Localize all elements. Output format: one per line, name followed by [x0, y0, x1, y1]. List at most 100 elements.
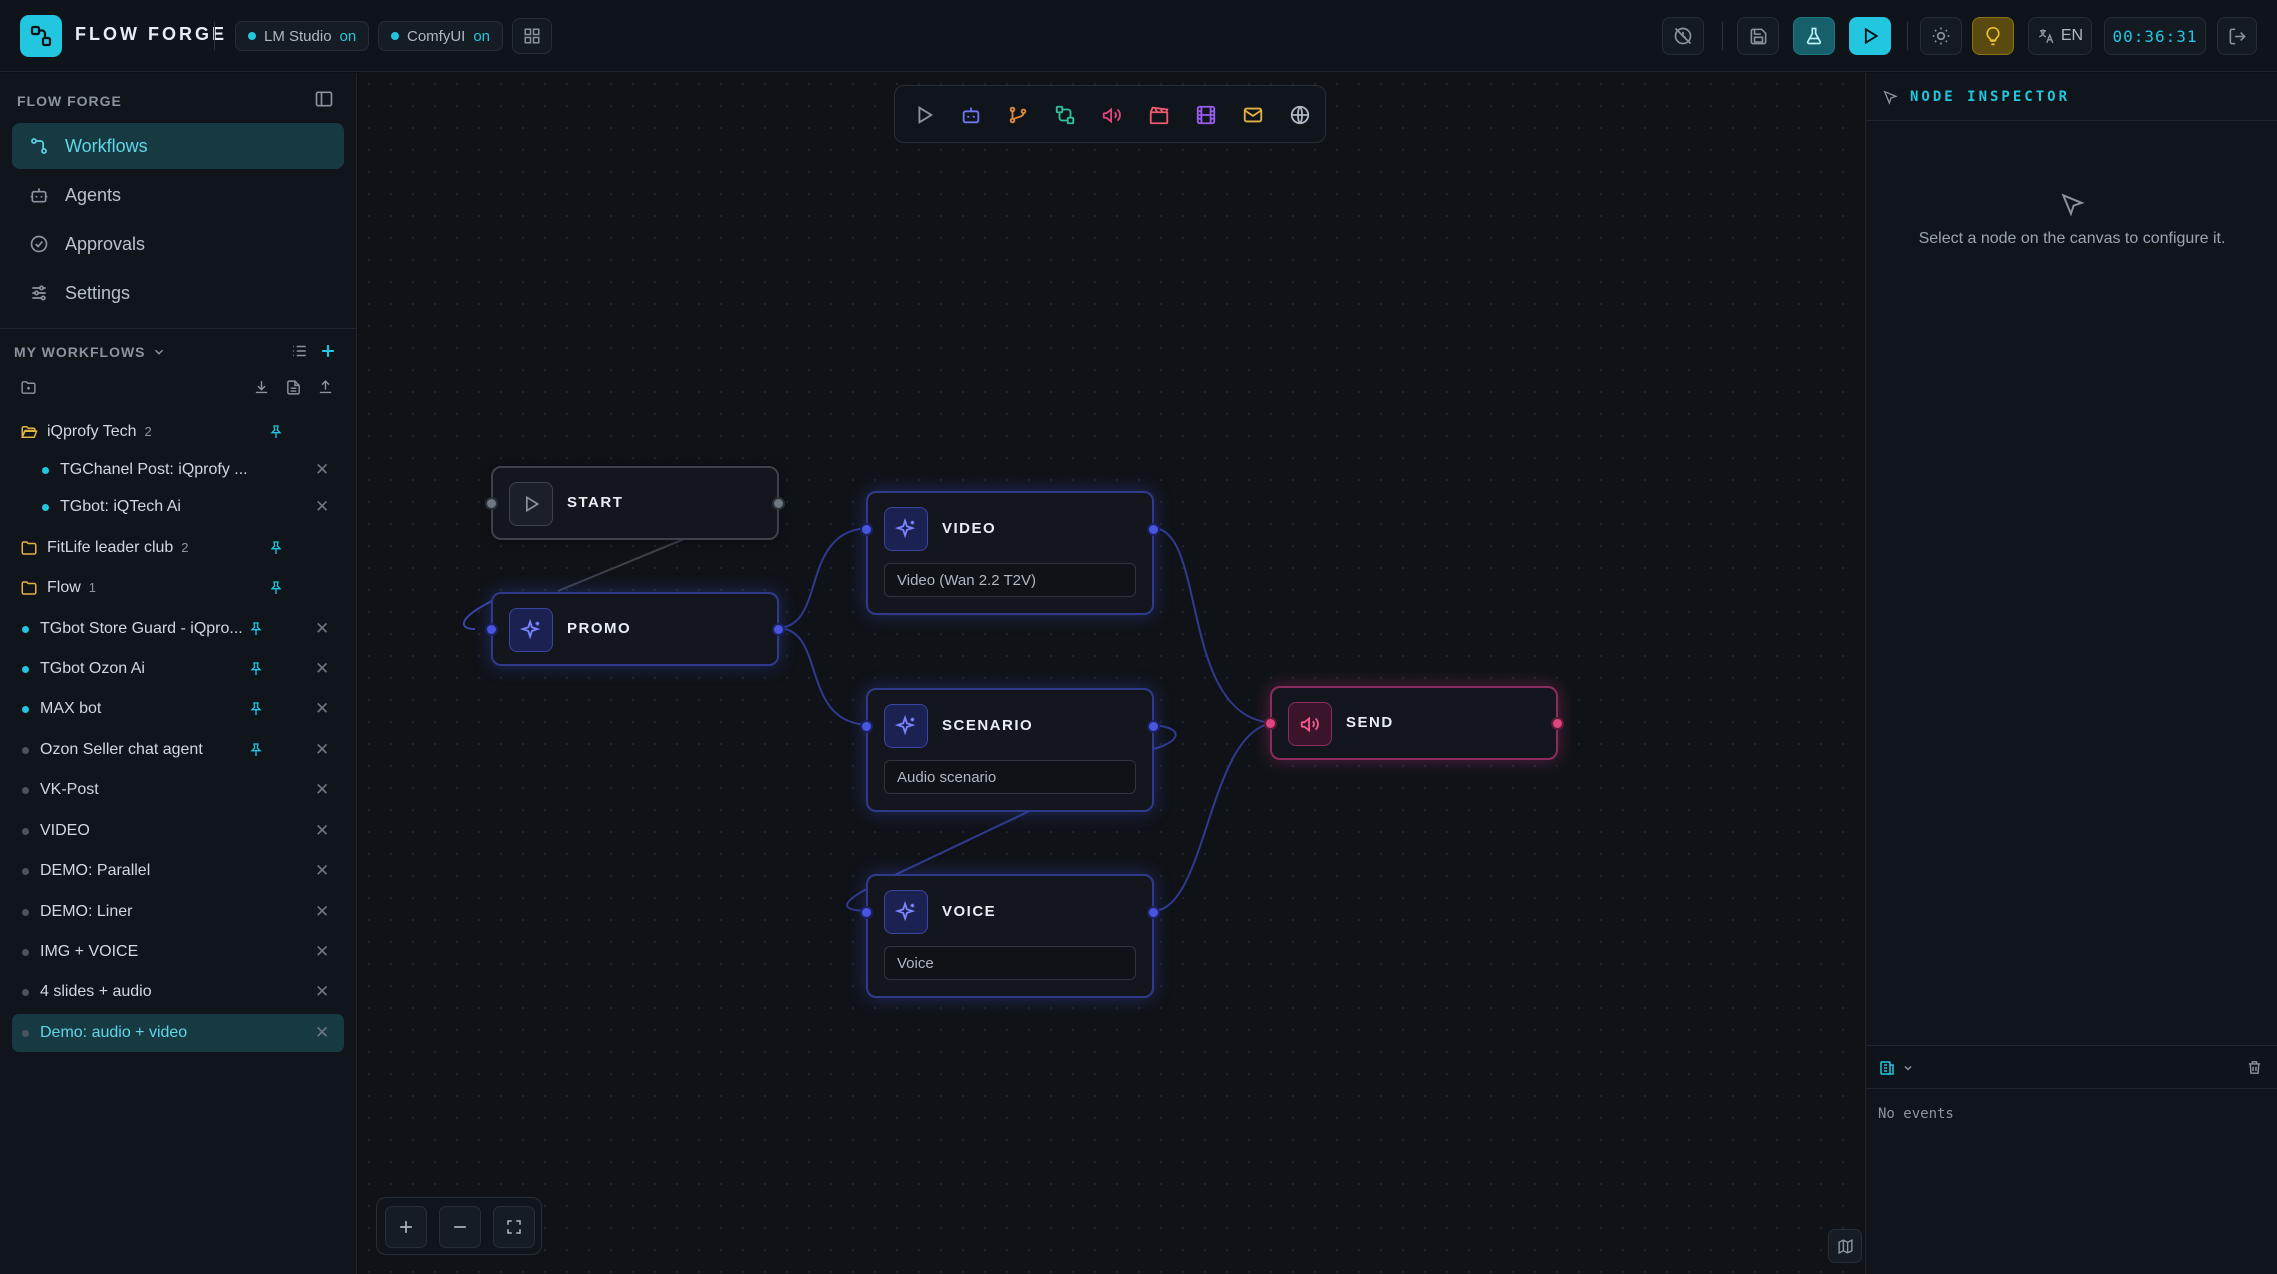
run-button[interactable] — [1849, 17, 1891, 55]
save-button[interactable] — [1737, 17, 1779, 55]
workflow-item[interactable]: TGChanel Post: iQprofy ... ✕ — [12, 451, 344, 489]
chevron-down-icon — [1904, 1065, 1912, 1071]
node-video[interactable]: VIDEO Video (Wan 2.2 T2V) — [860, 491, 1160, 615]
tips-button[interactable] — [1972, 17, 2014, 55]
node-model-field[interactable]: Audio scenario — [884, 760, 1136, 794]
pin-icon[interactable] — [248, 661, 264, 677]
folder-label: iQprofy Tech — [47, 423, 137, 440]
workflow-item[interactable]: VIDEO ✕ — [12, 812, 344, 850]
brand-title: FLOW FORGE — [75, 24, 227, 44]
divider — [214, 22, 215, 50]
close-icon[interactable]: ✕ — [315, 861, 329, 881]
node-promo[interactable]: PROMO — [485, 592, 785, 666]
timer-off-button[interactable] — [1662, 17, 1704, 55]
new-folder-button[interactable] — [20, 379, 37, 396]
folder-item[interactable]: FitLife leader club 2 — [12, 529, 344, 567]
workflow-item[interactable]: Ozon Seller chat agent ✕ — [12, 731, 344, 769]
close-icon[interactable]: ✕ — [315, 619, 329, 639]
input-port[interactable] — [1264, 717, 1277, 730]
nav-agents[interactable]: Agents — [12, 172, 344, 218]
test-button[interactable] — [1793, 17, 1835, 55]
node-model-field[interactable]: Video (Wan 2.2 T2V) — [884, 563, 1136, 597]
input-port[interactable] — [860, 523, 873, 536]
close-icon[interactable]: ✕ — [315, 740, 329, 760]
workflow-item[interactable]: TGbot Ozon Ai ✕ — [12, 650, 344, 688]
comfyui-status-chip[interactable]: ComfyUI on — [378, 21, 504, 51]
lmstudio-status-chip[interactable]: LM Studio on — [235, 21, 370, 51]
nav-label: Approvals — [65, 233, 146, 254]
zoom-in-button[interactable] — [385, 1206, 427, 1248]
close-icon[interactable]: ✕ — [315, 942, 329, 962]
workflow-item[interactable]: VK-Post ✕ — [12, 771, 344, 809]
upload-button[interactable] — [317, 379, 334, 396]
close-icon[interactable]: ✕ — [315, 497, 329, 517]
output-port[interactable] — [1147, 523, 1160, 536]
pin-icon[interactable] — [248, 621, 264, 637]
log-filter-dropdown[interactable] — [1878, 1059, 1914, 1077]
close-icon[interactable]: ✕ — [315, 659, 329, 679]
input-port[interactable] — [860, 720, 873, 733]
zoom-out-button[interactable] — [439, 1206, 481, 1248]
play-icon — [526, 495, 540, 513]
language-button[interactable]: EN — [2028, 17, 2092, 55]
workflow-label: IMG + VOICE — [40, 943, 139, 960]
input-port[interactable] — [860, 906, 873, 919]
logout-button[interactable] — [2217, 17, 2257, 55]
pin-icon[interactable] — [248, 701, 264, 717]
close-icon[interactable]: ✕ — [315, 982, 329, 1002]
node-voice[interactable]: VOICE Voice — [860, 874, 1160, 998]
node-scenario[interactable]: SCENARIO Audio scenario — [860, 688, 1160, 812]
node-icon — [509, 482, 553, 526]
add-workflow-button[interactable] — [318, 341, 338, 361]
output-port[interactable] — [772, 623, 785, 636]
minimap-toggle-button[interactable] — [1828, 1229, 1862, 1263]
input-port[interactable] — [485, 623, 498, 636]
close-icon[interactable]: ✕ — [315, 460, 329, 480]
node-start[interactable]: START — [485, 466, 785, 540]
folder-item[interactable]: Flow 1 — [12, 569, 344, 607]
output-port[interactable] — [772, 497, 785, 510]
workflow-item[interactable]: DEMO: Liner ✕ — [12, 893, 344, 931]
output-port[interactable] — [1147, 720, 1160, 733]
logo[interactable] — [20, 15, 62, 57]
close-icon[interactable]: ✕ — [315, 780, 329, 800]
sliders-icon — [32, 285, 46, 301]
template-button[interactable] — [285, 379, 302, 396]
close-icon[interactable]: ✕ — [315, 821, 329, 841]
nav-approvals[interactable]: Approvals — [12, 221, 344, 267]
pin-icon[interactable] — [248, 742, 264, 758]
status-dot — [248, 32, 256, 40]
folder-iqprofy-tech[interactable]: iQprofy Tech 2 — [12, 413, 344, 451]
close-icon[interactable]: ✕ — [315, 902, 329, 922]
node-model-field[interactable]: Voice — [884, 946, 1136, 980]
workflow-canvas[interactable]: START PROMO VIDEO Video (Wan 2.2 T2V) SC… — [358, 73, 1864, 1274]
apps-grid-button[interactable] — [512, 18, 552, 54]
pin-icon[interactable] — [268, 540, 284, 556]
workflow-item[interactable]: MAX bot ✕ — [12, 690, 344, 728]
clear-log-button[interactable] — [2246, 1059, 2263, 1076]
nav-settings[interactable]: Settings — [12, 270, 344, 316]
input-port[interactable] — [485, 497, 498, 510]
workflow-item[interactable]: TGbot: iQTech Ai ✕ — [12, 488, 344, 526]
workflow-item[interactable]: DEMO: Parallel ✕ — [12, 852, 344, 890]
close-icon[interactable]: ✕ — [315, 1023, 329, 1043]
collapse-sidebar-button[interactable] — [314, 89, 334, 109]
workflow-item[interactable]: 4 slides + audio ✕ — [12, 973, 344, 1011]
output-port[interactable] — [1551, 717, 1564, 730]
download-button[interactable] — [253, 379, 270, 396]
workflow-item[interactable]: Demo: audio + video ✕ — [12, 1014, 344, 1052]
pin-icon[interactable] — [268, 580, 284, 596]
workflow-item[interactable]: TGbot Store Guard - iQpro... ✕ — [12, 610, 344, 648]
my-workflows-header[interactable]: MY WORKFLOWS — [14, 344, 166, 360]
service-name: ComfyUI — [407, 27, 466, 45]
theme-toggle-button[interactable] — [1920, 17, 1962, 55]
workflow-item[interactable]: IMG + VOICE ✕ — [12, 933, 344, 971]
output-port[interactable] — [1147, 906, 1160, 919]
sun-icon — [1932, 27, 1950, 45]
close-icon[interactable]: ✕ — [315, 699, 329, 719]
pin-icon[interactable] — [268, 424, 284, 440]
node-send[interactable]: SEND — [1264, 686, 1564, 760]
fit-view-button[interactable] — [493, 1206, 535, 1248]
nav-workflows[interactable]: Workflows — [12, 123, 344, 169]
sort-list-button[interactable] — [290, 342, 308, 360]
